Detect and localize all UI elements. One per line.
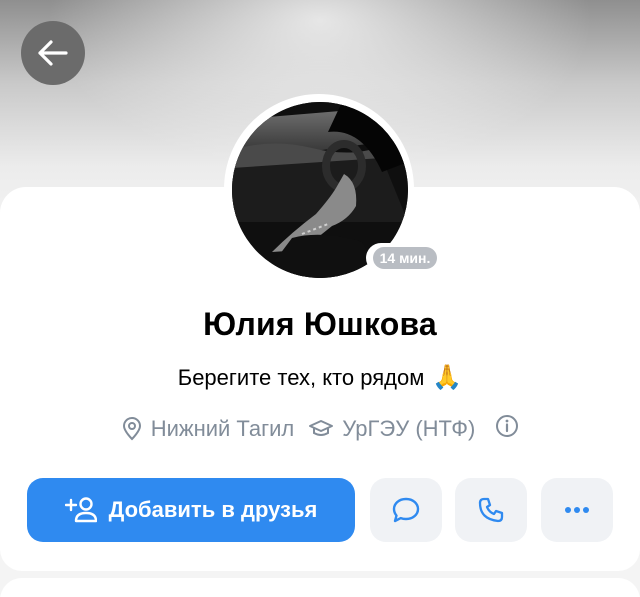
profile-meta: Нижний Тагил УрГЭУ (НТФ) bbox=[0, 414, 640, 444]
location-text: Нижний Тагил bbox=[150, 416, 295, 441]
more-button[interactable] bbox=[541, 478, 613, 542]
info-button[interactable] bbox=[495, 414, 519, 444]
back-button[interactable] bbox=[21, 21, 85, 85]
graduation-cap-icon bbox=[309, 420, 334, 436]
arrow-left-icon bbox=[38, 40, 68, 66]
add-friend-button[interactable]: Добавить в друзья bbox=[27, 478, 355, 542]
last-seen-badge: 14 мин. bbox=[366, 243, 444, 273]
profile-screen: 14 мин. Юлия Юшкова Берегите тех, кто ря… bbox=[0, 0, 640, 597]
message-button[interactable] bbox=[370, 478, 442, 542]
status-emoji: 🙏 bbox=[432, 364, 463, 391]
next-section-card bbox=[0, 578, 640, 597]
message-bubble-icon bbox=[392, 497, 420, 523]
map-pin-icon bbox=[122, 417, 141, 441]
more-dots-icon bbox=[565, 507, 589, 513]
education-item[interactable]: УрГЭУ (НТФ) bbox=[308, 416, 475, 442]
call-button[interactable] bbox=[455, 478, 527, 542]
status-text: Берегите тех, кто рядом bbox=[177, 364, 425, 390]
phone-icon bbox=[478, 497, 504, 523]
info-icon bbox=[496, 415, 519, 437]
profile-status[interactable]: Берегите тех, кто рядом 🙏 bbox=[0, 363, 640, 392]
profile-name: Юлия Юшкова bbox=[203, 306, 437, 342]
education-text: УрГЭУ (НТФ) bbox=[342, 416, 476, 441]
last-seen-text: 14 мин. bbox=[372, 247, 438, 269]
location-item[interactable]: Нижний Тагил bbox=[121, 416, 295, 442]
add-user-icon bbox=[64, 497, 97, 523]
profile-actions: Добавить в друзья bbox=[27, 478, 613, 542]
add-friend-label: Добавить в друзья bbox=[108, 497, 318, 522]
